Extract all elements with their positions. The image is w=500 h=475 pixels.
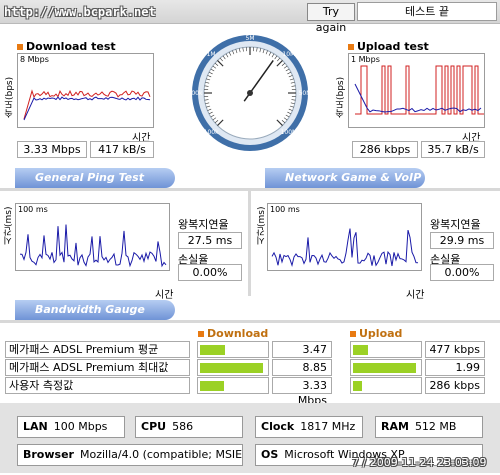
download-chart [23, 89, 151, 121]
download-kbs: 417 kB/s [90, 141, 154, 158]
site-url: http://www.bcpark.net [4, 5, 156, 19]
bw-upload-bar [350, 359, 422, 376]
tab-network-game[interactable]: Network Game & VoIP Test [265, 168, 425, 204]
ping-rtt: 27.5 ms [178, 232, 242, 249]
clock-value: 1817 MHz [300, 420, 356, 433]
upload-chart [354, 65, 484, 115]
bw-upload-header-text: Upload [359, 327, 403, 340]
gauge-tick-label: 50M [299, 90, 310, 97]
cpu-info: CPU 586 [135, 416, 243, 438]
download-title: Download test [17, 40, 116, 53]
bw-download-fill [200, 363, 263, 373]
browser-info: Browser Mozilla/4.0 (compatible; MSIE 6.0 [17, 444, 243, 466]
gauge-tick-label: 1M [207, 51, 216, 58]
lan-label: LAN [23, 420, 48, 433]
lan-info: LAN 100 Mbps [17, 416, 125, 438]
bw-upload-fill [353, 345, 368, 355]
upload-graph: 1 Mbps [348, 53, 485, 128]
upload-kbs: 35.7 kB/s [421, 141, 485, 158]
bw-upload-header: Upload [350, 327, 402, 340]
tab-bandwidth-gauge[interactable]: Bandwidth Gauge [15, 300, 175, 320]
status-text: 테스트 끝 [357, 2, 497, 21]
bullet-icon [198, 331, 204, 337]
bullet-icon [17, 44, 23, 50]
lan-value: 100 Mbps [53, 420, 108, 433]
bw-download-bar [197, 359, 269, 376]
bw-download-header: Download [198, 327, 268, 340]
download-y-axis: 속도(bps) [5, 76, 15, 118]
game-loss: 0.00% [430, 264, 494, 281]
bullet-icon [350, 331, 356, 337]
upload-series-blue [354, 83, 482, 113]
gauge-tick-label: 500k [190, 90, 203, 97]
gauge-tick-label: 100k [204, 129, 219, 136]
bw-download-value: 3.33 Mbps [272, 377, 332, 407]
upload-title-text: Upload test [357, 40, 429, 53]
bw-upload-fill [353, 381, 362, 391]
bw-download-fill [200, 345, 225, 355]
bw-row-label: 메가패스 ADSL Premium 최대값 [5, 359, 190, 376]
upload-y-axis: 속도(bps) [336, 76, 346, 118]
clock-info: Clock 1817 MHz [255, 416, 363, 438]
bw-upload-value: 286 kbps [425, 377, 485, 394]
cpu-label: CPU [141, 420, 167, 433]
ping-chart [19, 224, 167, 268]
bw-download-value: 8.85 Mbps [272, 359, 332, 389]
browser-value: Mozilla/4.0 (compatible; MSIE 6.0 [79, 448, 243, 461]
clock-label: Clock [261, 420, 295, 433]
bw-download-value: 3.47 Mbps [272, 341, 332, 371]
ping-rtt-label: 왕복지연율 [178, 218, 229, 231]
bw-upload-bar [350, 341, 422, 358]
bullet-icon [348, 44, 354, 50]
bw-upload-value: 1.99 Mbps [425, 359, 485, 389]
panel-divider [248, 191, 251, 296]
upload-kbps: 286 kbps [352, 141, 418, 158]
gauge-tick-label: 5M [246, 35, 255, 42]
bw-upload-bar [350, 377, 422, 394]
upload-title: Upload test [348, 40, 429, 53]
gauge-tick-label: 10M [282, 51, 295, 58]
ping-graph: 100 ms [15, 203, 170, 271]
game-series [271, 228, 419, 267]
bw-row-label: 메가패스 ADSL Premium 평균 [5, 341, 190, 358]
divider [0, 320, 500, 323]
bw-download-bar [197, 341, 269, 358]
os-label: OS [261, 448, 279, 461]
bw-row-label: 사용자 측정값 [5, 377, 190, 394]
game-rtt: 29.9 ms [430, 232, 494, 249]
tab-general-ping[interactable]: General Ping Test [15, 168, 175, 188]
download-mbps: 3.33 Mbps [17, 141, 87, 158]
cpu-value: 586 [172, 420, 194, 433]
bw-download-bar [197, 377, 269, 394]
game-chart [271, 228, 419, 267]
upload-series-red [355, 65, 484, 115]
download-title-text: Download test [26, 40, 116, 53]
ping-series [19, 224, 167, 268]
ping-x-axis: 시간 [155, 290, 174, 301]
bw-upload-value: 477 kbps [425, 341, 485, 358]
game-graph: 100 ms [267, 203, 422, 271]
speed-gauge: 100k 500k 1M 5M 10M 50M 100M [190, 35, 310, 151]
game-rtt-label: 왕복지연율 [430, 218, 481, 231]
gauge-tick-label: 100M [281, 129, 298, 136]
try-again-button[interactable]: Try again [307, 3, 355, 34]
download-series-red [23, 89, 151, 120]
bw-upload-fill [353, 363, 416, 373]
ram-value: 512 MB [414, 420, 457, 433]
gauge-hub [247, 90, 253, 96]
ram-label: RAM [381, 420, 409, 433]
browser-label: Browser [23, 448, 74, 461]
download-series-blue [23, 96, 151, 121]
ping-loss: 0.00% [178, 264, 242, 281]
download-graph: 8 Mbps [17, 53, 154, 128]
ram-info: RAM 512 MB [375, 416, 483, 438]
timestamp: 7 / 2009-11-24 23:03:09 [352, 456, 487, 469]
ping-y-axis: 시간(ms) [4, 206, 14, 245]
bw-download-header-text: Download [207, 327, 269, 340]
bw-download-fill [200, 381, 224, 391]
game-x-axis: 시간 [406, 290, 425, 301]
